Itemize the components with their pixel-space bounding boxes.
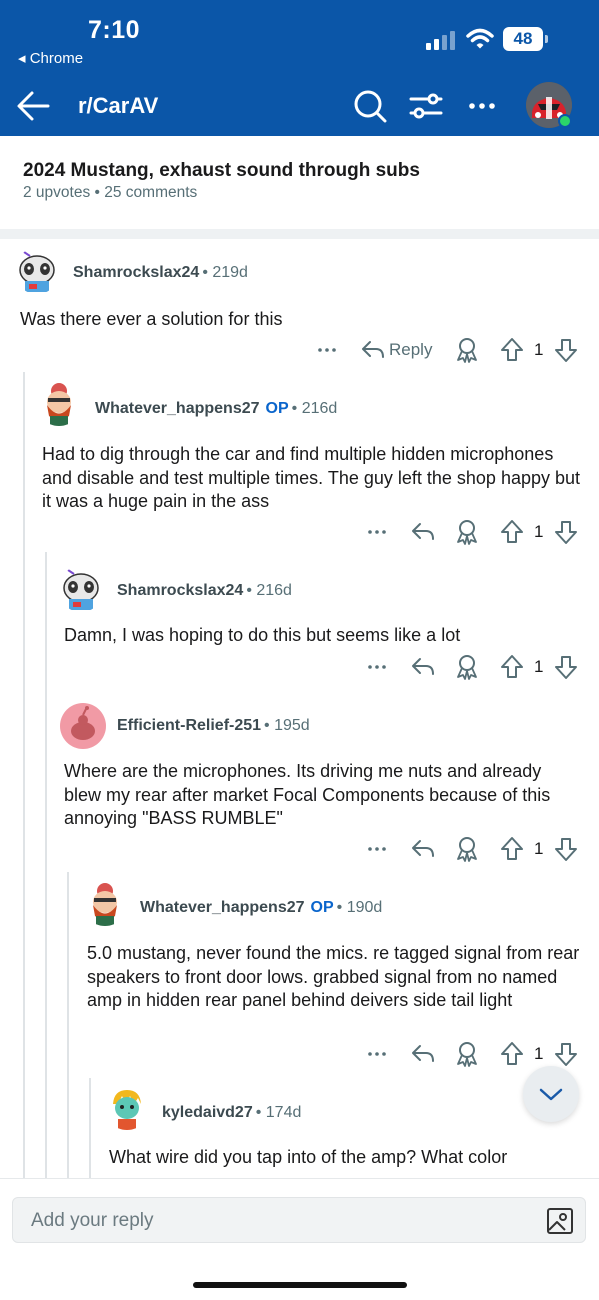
- reply-icon: [362, 341, 384, 358]
- comment-age: • 190d: [336, 899, 383, 916]
- upvote-icon[interactable]: [500, 1039, 524, 1069]
- comment-author[interactable]: kyledaivd27 • 174d: [162, 1104, 301, 1122]
- home-indicator[interactable]: [193, 1282, 407, 1288]
- award-icon[interactable]: [454, 1039, 480, 1069]
- vote-count: 1: [534, 522, 544, 541]
- filter-icon[interactable]: [406, 86, 446, 126]
- avatar[interactable]: [36, 380, 82, 426]
- signal-icon: [426, 31, 455, 50]
- thread-line[interactable]: [23, 372, 25, 1178]
- comment-age: • 219d: [202, 264, 248, 281]
- comment-body: Had to dig through the car and find mult…: [42, 444, 581, 511]
- reply-button[interactable]: Reply: [360, 335, 432, 365]
- comment-age: • 216d: [291, 400, 338, 417]
- back-to-app-link[interactable]: ◂ Chrome: [18, 49, 83, 67]
- comment-body: 5.0 mustang, never found the mics. re ta…: [87, 943, 580, 1010]
- thread-line[interactable]: [45, 552, 47, 1178]
- jump-next-button[interactable]: [523, 1066, 579, 1122]
- search-icon[interactable]: [350, 86, 390, 126]
- upvote-icon[interactable]: [500, 517, 524, 547]
- battery-level: 48: [503, 27, 543, 51]
- downvote-icon[interactable]: [554, 335, 578, 365]
- divider: [0, 229, 599, 239]
- vote-count: 1: [534, 1044, 544, 1063]
- reply-icon[interactable]: [410, 1039, 436, 1069]
- comment-age: • 174d: [255, 1104, 302, 1121]
- more-icon[interactable]: [316, 335, 338, 365]
- reply-input[interactable]: Add your reply: [12, 1197, 586, 1243]
- award-icon[interactable]: [454, 335, 480, 365]
- upvote-icon[interactable]: [500, 335, 524, 365]
- comment-actions: 1: [366, 652, 586, 682]
- avatar[interactable]: [82, 880, 128, 926]
- status-time: 7:10: [88, 16, 141, 44]
- op-badge: OP: [265, 400, 289, 417]
- downvote-icon[interactable]: [554, 1039, 578, 1069]
- more-icon[interactable]: [366, 517, 388, 547]
- battery-icon: 48: [503, 27, 549, 51]
- vote-count: 1: [534, 657, 544, 676]
- comment-body: Was there ever a solution for this: [20, 309, 283, 329]
- comment-author[interactable]: Shamrockslax24 • 219d: [73, 264, 248, 282]
- reply-placeholder: Add your reply: [31, 1210, 154, 1231]
- subreddit-title[interactable]: r/CarAV: [78, 93, 158, 119]
- upvote-icon[interactable]: [500, 652, 524, 682]
- comment-body: Damn, I was hoping to do this but seems …: [64, 625, 461, 645]
- downvote-icon[interactable]: [554, 652, 578, 682]
- vote-count: 1: [534, 340, 544, 359]
- post-meta: 2 upvotes • 25 comments: [23, 184, 198, 201]
- upvote-icon[interactable]: [500, 834, 524, 864]
- back-arrow-icon[interactable]: [14, 86, 54, 126]
- reply-icon[interactable]: [410, 652, 436, 682]
- comment-actions: 1: [366, 1039, 586, 1069]
- app-header: 7:10 ◂ Chrome 48 r/CarAV: [0, 0, 599, 136]
- reply-icon[interactable]: [410, 834, 436, 864]
- comment-author[interactable]: Efficient-Relief-251 • 195d: [117, 717, 310, 735]
- award-icon[interactable]: [454, 652, 480, 682]
- comment-age: • 216d: [246, 582, 292, 599]
- post-title[interactable]: 2024 Mustang, exhaust sound through subs: [23, 160, 420, 182]
- thread-line[interactable]: [89, 1078, 91, 1178]
- avatar[interactable]: [58, 566, 104, 612]
- vote-count: 1: [534, 839, 544, 858]
- award-icon[interactable]: [454, 517, 480, 547]
- comment-actions: Reply 1: [314, 335, 584, 365]
- more-icon[interactable]: [366, 834, 388, 864]
- comment-author[interactable]: Whatever_happens27 OP • 216d: [95, 400, 337, 418]
- comment-body: What wire did you tap into of the amp? W…: [109, 1147, 508, 1167]
- downvote-icon[interactable]: [554, 517, 578, 547]
- thread-line[interactable]: [67, 872, 69, 1178]
- wifi-icon: [466, 28, 494, 49]
- reply-icon[interactable]: [410, 517, 436, 547]
- comment-actions: 1: [366, 517, 586, 547]
- op-badge: OP: [310, 899, 334, 916]
- online-indicator: [558, 114, 572, 128]
- avatar[interactable]: [60, 703, 106, 749]
- image-icon[interactable]: [545, 1206, 575, 1236]
- comment-author[interactable]: Shamrockslax24 • 216d: [117, 582, 292, 600]
- avatar[interactable]: [14, 248, 60, 294]
- comment-actions: 1: [366, 834, 586, 864]
- downvote-icon[interactable]: [554, 834, 578, 864]
- avatar[interactable]: [104, 1084, 150, 1130]
- more-icon[interactable]: [366, 1039, 388, 1069]
- more-icon[interactable]: [462, 86, 502, 126]
- comment-author[interactable]: Whatever_happens27 OP • 190d: [140, 899, 382, 917]
- chevron-down-icon: [539, 1088, 563, 1101]
- comment-age: • 195d: [264, 717, 310, 734]
- award-icon[interactable]: [454, 834, 480, 864]
- more-icon[interactable]: [366, 652, 388, 682]
- comment-body: Where are the microphones. Its driving m…: [64, 761, 551, 828]
- reply-label: Reply: [389, 340, 433, 359]
